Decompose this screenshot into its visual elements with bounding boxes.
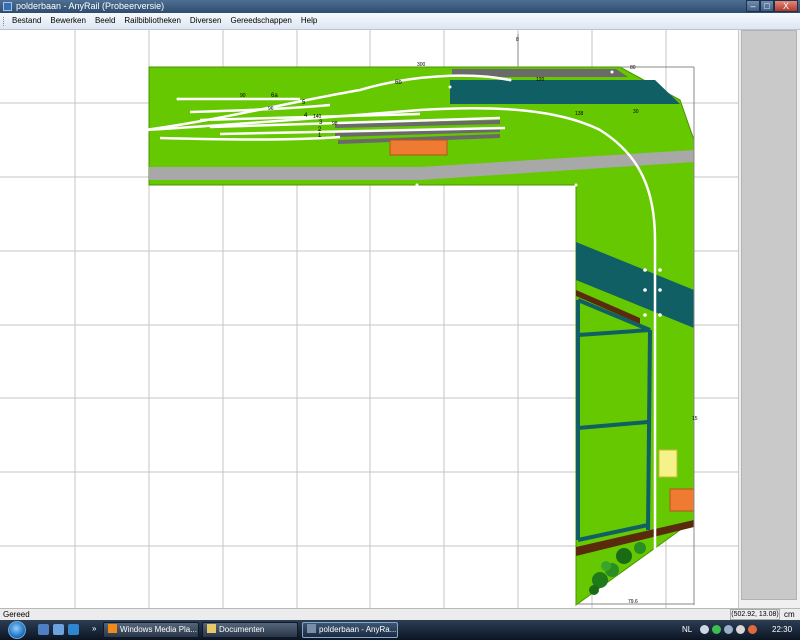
tray-network-icon[interactable]	[724, 625, 733, 634]
start-button[interactable]	[2, 621, 32, 639]
building-yellow[interactable]	[658, 449, 678, 478]
label-top-length: 300	[417, 62, 426, 68]
menu-bewerken[interactable]: Bewerken	[46, 16, 91, 25]
label-dim-96: 96	[268, 106, 274, 112]
window-controls: – □ X	[746, 0, 798, 12]
menu-bestand[interactable]: Bestand	[8, 16, 46, 25]
tray-volume-icon[interactable]	[736, 625, 745, 634]
tray-security-icon[interactable]	[712, 625, 721, 634]
label-track-6a: 6a	[271, 93, 278, 99]
label-dim-right-top: 80	[630, 65, 636, 71]
label-ruler-top: 8	[516, 37, 519, 43]
label-dim-track-a: 120	[536, 77, 545, 83]
water-top[interactable]	[450, 80, 680, 104]
menu-diversen[interactable]: Diversen	[186, 16, 227, 25]
building-orange-yard[interactable]	[389, 139, 448, 156]
taskbar: » Windows Media Pla... Documenten polder…	[0, 620, 800, 640]
unit-label: cm	[784, 610, 795, 619]
close-button[interactable]: X	[774, 0, 798, 12]
menu-bar: Bestand Bewerken Beeld Railbibliotheken …	[0, 13, 800, 30]
show-desktop-icon[interactable]	[38, 624, 49, 635]
window-title: polderbaan - AnyRail (Probeerversie)	[16, 1, 165, 11]
menu-gereedschappen[interactable]: Gereedschappen	[226, 16, 296, 25]
task-anyrail[interactable]: polderbaan - AnyRa...	[302, 622, 398, 638]
tray-app-icon[interactable]	[748, 625, 757, 634]
switch-windows-icon[interactable]	[53, 624, 64, 635]
cursor-coordinates: (502.92, 13.08)	[730, 609, 780, 620]
menu-help[interactable]: Help	[297, 16, 322, 25]
building-orange-side[interactable]	[669, 488, 695, 512]
quick-launch	[38, 624, 79, 635]
task-windows-media-player[interactable]: Windows Media Pla...	[103, 622, 199, 638]
menu-railbibliotheken[interactable]: Railbibliotheken	[120, 16, 185, 25]
language-indicator[interactable]: NL	[682, 625, 692, 634]
system-tray: NL 22:30	[676, 620, 800, 640]
label-track-6b: 6b	[395, 80, 402, 86]
menu-grip-icon	[3, 17, 6, 26]
anyrail-icon	[307, 624, 316, 633]
task-documenten[interactable]: Documenten	[202, 622, 298, 638]
title-bar: polderbaan - AnyRail (Probeerversie) – □…	[0, 0, 800, 13]
label-dim-track-b: 138	[575, 111, 584, 117]
label-dim-90: 90	[240, 93, 246, 99]
minimize-button[interactable]: –	[746, 0, 760, 12]
app-icon	[3, 2, 12, 11]
media-player-icon	[108, 624, 117, 633]
scrollbar-thumb[interactable]	[741, 30, 797, 600]
label-dim-15: 15	[692, 416, 698, 422]
clock[interactable]: 22:30	[772, 625, 792, 634]
menu-beeld[interactable]: Beeld	[91, 16, 120, 25]
folder-icon	[207, 624, 216, 633]
vertical-scrollbar[interactable]	[738, 30, 800, 608]
label-dim-98: 98	[332, 121, 338, 127]
maximize-button[interactable]: □	[760, 0, 774, 12]
track-plan[interactable]: 300 80 120 138 30 90 96 140 98 15 79.6 8…	[0, 30, 738, 608]
label-dim-track-c: 30	[633, 109, 639, 115]
quick-launch-expand-icon[interactable]: »	[92, 624, 96, 633]
windows-orb-icon	[8, 621, 26, 639]
tray-help-icon[interactable]	[700, 625, 709, 634]
label-dim-bottom: 79.6	[628, 599, 638, 605]
status-text: Gereed	[3, 610, 30, 619]
internet-explorer-icon[interactable]	[68, 624, 79, 635]
layout-canvas[interactable]: 300 80 120 138 30 90 96 140 98 15 79.6 8…	[0, 30, 738, 608]
